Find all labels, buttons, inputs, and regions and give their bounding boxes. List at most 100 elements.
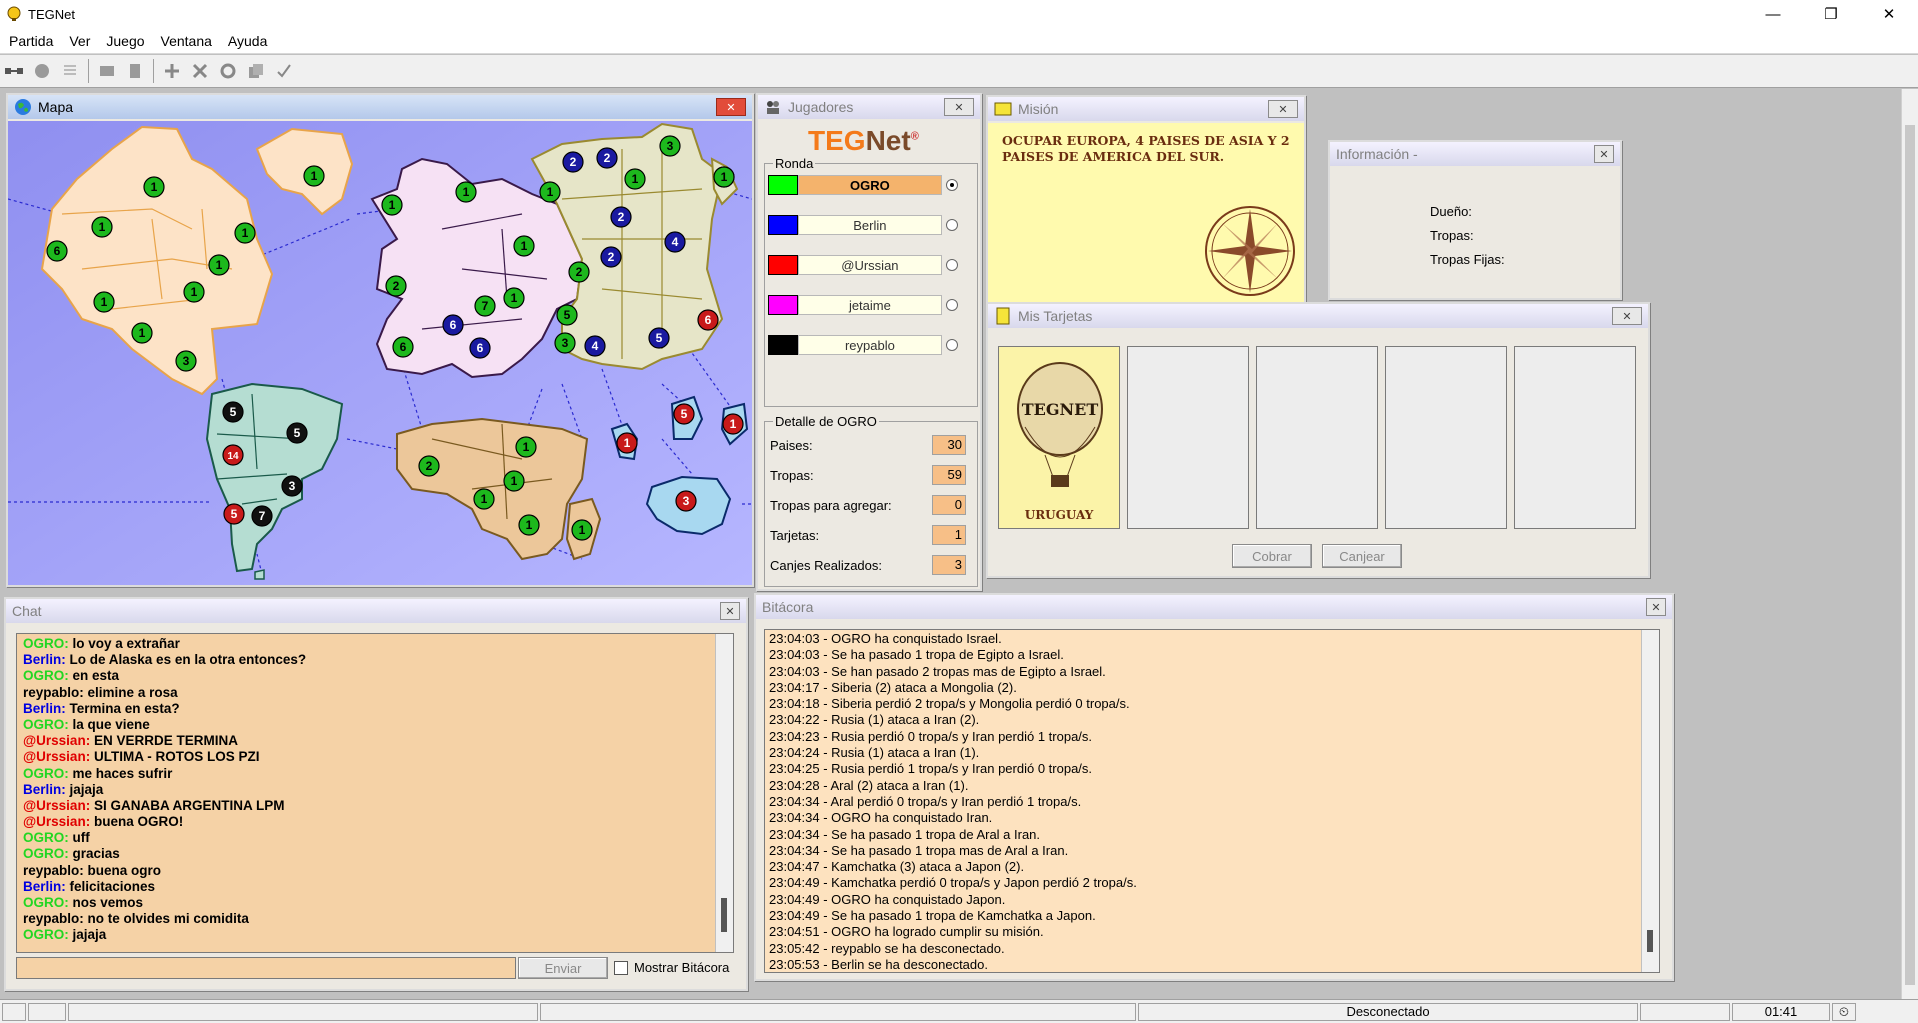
player-row[interactable]: reypablo [768,334,958,356]
connect-icon[interactable] [2,59,26,83]
menu-partida[interactable]: Partida [9,33,53,49]
world-map[interactable]: 1161111113112171666122311224253456155143… [8,121,752,585]
copy-icon[interactable] [244,59,268,83]
close-icon[interactable]: ✕ [1268,100,1298,118]
player-radio[interactable] [946,299,958,311]
army-marker[interactable]: 1 [183,281,205,303]
players-window-caption[interactable]: Jugadores ✕ [758,95,980,119]
log-window-caption[interactable]: Bitácora ✕ [756,595,1672,619]
army-marker[interactable]: 5 [223,503,245,525]
chat-window-caption[interactable]: Chat ✕ [6,599,746,623]
army-marker[interactable]: 7 [251,505,273,527]
army-marker[interactable]: 6 [46,240,68,262]
gear-icon[interactable] [216,59,240,83]
army-marker[interactable]: 1 [91,216,113,238]
army-marker[interactable]: 3 [675,490,697,512]
menu-ayuda[interactable]: Ayuda [228,33,267,49]
chat-messages[interactable]: OGRO: lo voy a extrañar Berlin: Lo de Ala… [16,633,734,953]
army-marker[interactable]: 1 [624,168,646,190]
army-marker[interactable]: 1 [539,181,561,203]
army-marker[interactable]: 5 [286,422,308,444]
player-radio[interactable] [946,179,958,191]
army-marker[interactable]: 6 [392,336,414,358]
army-marker[interactable]: 14 [222,444,244,466]
cards-window-caption[interactable]: Mis Tarjetas ✕ [988,304,1648,328]
army-marker[interactable]: 2 [562,151,584,173]
army-marker[interactable]: 1 [616,432,638,454]
maximize-button[interactable]: ❐ [1802,0,1860,28]
add-icon[interactable] [160,59,184,83]
army-marker[interactable]: 2 [385,275,407,297]
army-marker[interactable]: 1 [518,514,540,536]
army-marker[interactable]: 1 [303,165,325,187]
stop-icon[interactable] [123,59,147,83]
army-marker[interactable]: 3 [175,350,197,372]
army-marker[interactable]: 1 [208,254,230,276]
close-icon[interactable]: ✕ [1594,145,1614,163]
close-window-button[interactable]: ✕ [1860,0,1918,28]
army-marker[interactable]: 3 [281,475,303,497]
exchange-button[interactable]: Canjear [1322,544,1402,568]
army-marker[interactable]: 6 [442,314,464,336]
close-icon[interactable]: ✕ [1612,307,1642,325]
army-marker[interactable]: 4 [664,231,686,253]
army-marker[interactable]: 2 [596,147,618,169]
info-window-caption[interactable]: Información - ✕ [1330,142,1620,166]
mission-window-caption[interactable]: Misión ✕ [988,97,1304,121]
army-marker[interactable]: 1 [234,222,256,244]
close-icon[interactable]: ✕ [720,602,740,620]
chat-input[interactable] [16,957,516,979]
army-marker[interactable]: 5 [556,304,578,326]
army-marker[interactable]: 1 [455,181,477,203]
army-marker[interactable]: 2 [610,206,632,228]
army-marker[interactable]: 6 [469,337,491,359]
player-row[interactable]: jetaime [768,294,958,316]
menu-ver[interactable]: Ver [69,33,90,49]
square-icon[interactable] [95,59,119,83]
close-icon[interactable]: ✕ [944,98,974,116]
map-canvas[interactable]: 1161111113112171666122311224253456155143… [8,121,752,585]
menu-ventana[interactable]: Ventana [161,33,212,49]
army-marker[interactable]: 4 [584,335,606,357]
map-window-caption[interactable]: Mapa ✕ [8,95,752,119]
main-scrollbar[interactable] [1901,89,1918,999]
army-marker[interactable]: 6 [697,309,719,331]
army-marker[interactable]: 1 [722,413,744,435]
army-marker[interactable]: 1 [713,166,735,188]
country-card[interactable]: TEGNET URUGUAY [998,346,1120,529]
army-marker[interactable]: 3 [554,332,576,354]
list-icon[interactable] [58,59,82,83]
player-row[interactable]: Berlin [768,214,958,236]
log-messages[interactable]: 23:04:03 - OGRO ha conquistado Israel. 23… [764,629,1660,973]
army-marker[interactable]: 1 [143,176,165,198]
army-marker[interactable]: 1 [503,470,525,492]
army-marker[interactable]: 1 [473,488,495,510]
scroll-thumb[interactable] [721,898,727,932]
army-marker[interactable]: 5 [673,403,695,425]
army-marker[interactable]: 1 [131,322,153,344]
army-marker[interactable]: 7 [474,295,496,317]
army-marker[interactable]: 3 [659,135,681,157]
close-icon[interactable]: ✕ [1646,598,1666,616]
menu-juego[interactable]: Juego [106,33,144,49]
army-marker[interactable]: 2 [600,246,622,268]
log-scrollbar[interactable] [1641,630,1659,972]
remove-icon[interactable] [188,59,212,83]
army-marker[interactable]: 1 [571,519,593,541]
army-marker[interactable]: 1 [513,235,535,257]
chat-scrollbar[interactable] [715,634,733,952]
scroll-thumb[interactable] [1647,930,1653,952]
minimize-button[interactable]: — [1744,0,1802,28]
player-row[interactable]: OGRO [768,174,958,196]
show-log-checkbox[interactable] [614,961,628,975]
collect-button[interactable]: Cobrar [1232,544,1312,568]
disconnect-icon[interactable] [30,59,54,83]
army-marker[interactable]: 1 [381,194,403,216]
army-marker[interactable]: 2 [568,261,590,283]
player-row[interactable]: @Urssian [768,254,958,276]
army-marker[interactable]: 5 [222,401,244,423]
player-radio[interactable] [946,339,958,351]
scroll-thumb[interactable] [1905,125,1915,985]
send-button[interactable]: Enviar [518,957,608,979]
army-marker[interactable]: 5 [648,327,670,349]
